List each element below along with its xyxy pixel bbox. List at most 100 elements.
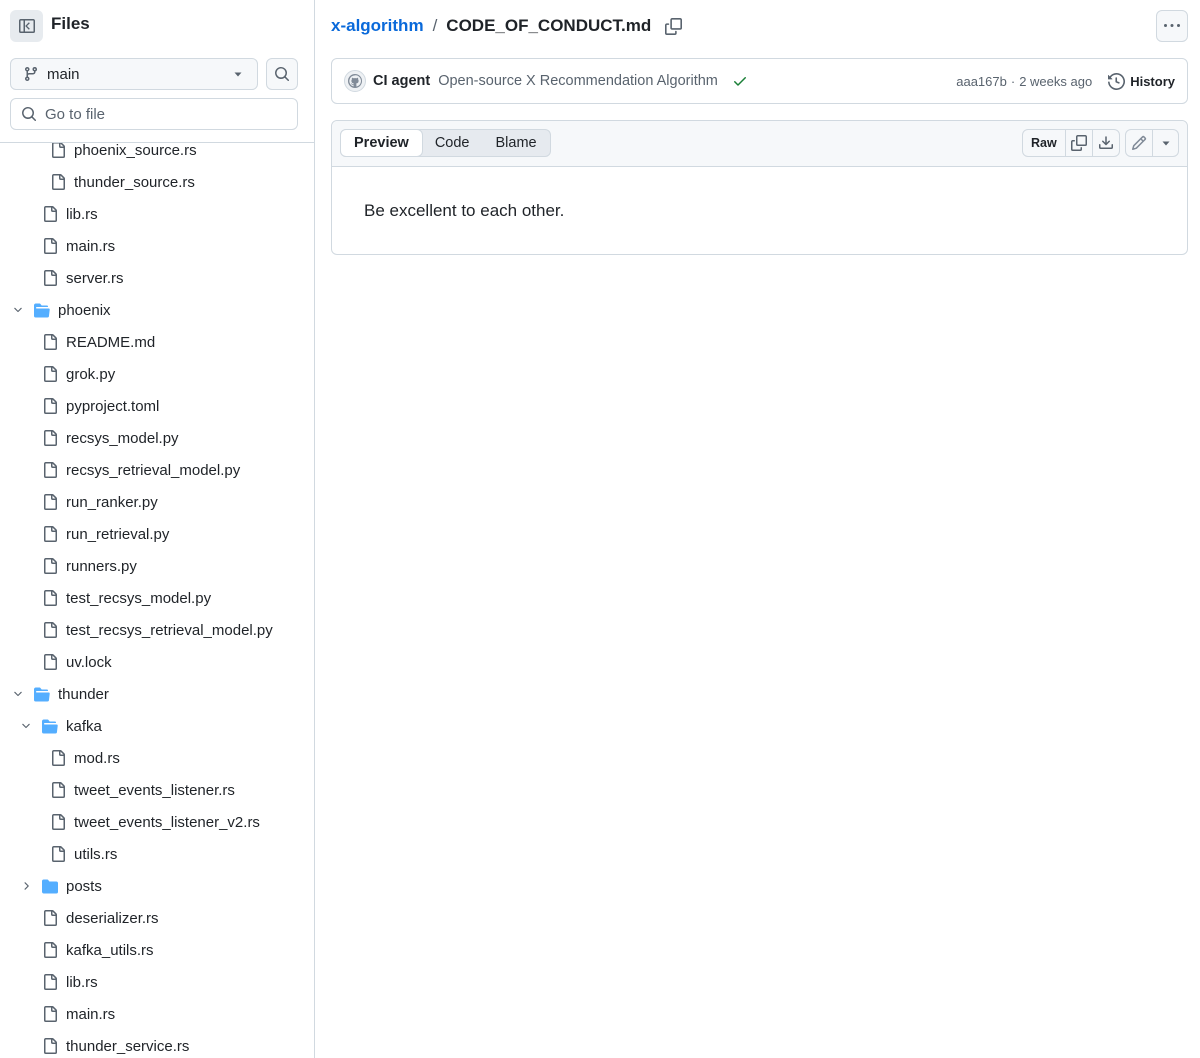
commit-message[interactable]: Open-source X Recommendation Algorithm <box>438 73 718 89</box>
history-icon <box>1108 72 1126 90</box>
file-icon <box>50 750 66 766</box>
tree-file[interactable]: recsys_retrieval_model.py <box>0 454 314 486</box>
sidebar-header: Files main <box>0 0 314 143</box>
tree-item-label: recsys_model.py <box>66 429 179 447</box>
tree-file[interactable]: test_recsys_model.py <box>0 582 314 614</box>
file-icon <box>50 782 66 798</box>
file-icon <box>42 654 58 670</box>
tree-file[interactable]: kafka_utils.rs <box>0 934 314 966</box>
tree-item-label: deserializer.rs <box>66 909 159 927</box>
tree-file[interactable]: grok.py <box>0 358 314 390</box>
tree-item-label: kafka_utils.rs <box>66 941 154 959</box>
tree-folder[interactable]: thunder <box>0 678 314 710</box>
latest-commit-bar: CI agent Open-source X Recommendation Al… <box>331 58 1188 104</box>
tree-file[interactable]: main.rs <box>0 230 314 262</box>
file-icon <box>50 142 66 158</box>
file-icon <box>42 1006 58 1022</box>
folder-open-icon <box>34 302 50 318</box>
tree-item-label: phoenix_source.rs <box>74 141 197 159</box>
file-icon <box>42 270 58 286</box>
file-icon <box>42 430 58 446</box>
raw-actions-group: Raw <box>1022 129 1120 157</box>
file-icon <box>42 974 58 990</box>
tree-file[interactable]: main.rs <box>0 998 314 1030</box>
folder-open-icon <box>42 718 58 734</box>
chevron-right-icon[interactable] <box>18 878 34 894</box>
copy-raw-button[interactable] <box>1064 130 1092 156</box>
copy-path-button[interactable] <box>663 16 683 36</box>
edit-options-button[interactable] <box>1152 130 1178 156</box>
tree-folder[interactable]: posts <box>0 870 314 902</box>
tree-item-label: test_recsys_retrieval_model.py <box>66 621 273 639</box>
tree-file[interactable]: lib.rs <box>0 966 314 998</box>
more-options-button[interactable] <box>1156 10 1188 42</box>
tree-item-label: main.rs <box>66 1005 116 1023</box>
markdown-paragraph: Be excellent to each other. <box>364 201 565 220</box>
file-tree: phoenix_source.rs thunder_source.rs lib.rs… <box>0 134 314 1058</box>
collapse-sidebar-button[interactable] <box>10 10 43 42</box>
download-raw-button[interactable] <box>1091 130 1119 156</box>
raw-button[interactable]: Raw <box>1023 130 1065 156</box>
file-icon <box>42 494 58 510</box>
tab-preview[interactable]: Preview <box>340 129 423 157</box>
chevron-down-icon[interactable] <box>18 718 34 734</box>
markdown-preview: Be excellent to each other. <box>332 167 1187 255</box>
tab-blame[interactable]: Blame <box>483 130 550 156</box>
go-to-file-field[interactable] <box>10 98 298 130</box>
chevron-down-icon[interactable] <box>10 302 26 318</box>
tree-file[interactable]: run_retrieval.py <box>0 518 314 550</box>
tree-file[interactable]: thunder_source.rs <box>0 166 314 198</box>
tree-item-label: thunder <box>58 685 109 703</box>
triangle-down-icon <box>1162 141 1169 146</box>
chevron-down-icon[interactable] <box>10 686 26 702</box>
tree-file[interactable]: mod.rs <box>0 742 314 774</box>
tree-file[interactable]: deserializer.rs <box>0 902 314 934</box>
tree-file[interactable]: run_ranker.py <box>0 486 314 518</box>
tree-file[interactable]: pyproject.toml <box>0 390 314 422</box>
view-mode-tabs: Preview Code Blame <box>340 129 551 157</box>
tree-file[interactable]: thunder_service.rs <box>0 1030 314 1058</box>
tree-file[interactable]: server.rs <box>0 262 314 294</box>
tree-file[interactable]: runners.py <box>0 550 314 582</box>
tree-file[interactable]: tweet_events_listener.rs <box>0 774 314 806</box>
search-files-button[interactable] <box>266 58 298 90</box>
tree-item-label: tweet_events_listener.rs <box>74 781 235 799</box>
branch-selector[interactable]: main <box>10 58 258 90</box>
edit-file-button[interactable] <box>1126 130 1152 156</box>
tab-code[interactable]: Code <box>422 130 483 156</box>
tree-item-label: thunder_source.rs <box>74 173 195 191</box>
check-status[interactable] <box>732 73 748 89</box>
tree-file[interactable]: test_recsys_retrieval_model.py <box>0 614 314 646</box>
tree-folder[interactable]: phoenix <box>0 294 314 326</box>
commit-sha-link[interactable]: aaa167b <box>956 74 1007 89</box>
tree-item-label: utils.rs <box>74 845 118 863</box>
file-toolbar: Preview Code Blame Raw <box>332 121 1187 167</box>
tree-folder[interactable]: kafka <box>0 710 314 742</box>
tree-file[interactable]: tweet_events_listener_v2.rs <box>0 806 314 838</box>
tree-file[interactable]: utils.rs <box>0 838 314 870</box>
history-label: History <box>1130 73 1175 89</box>
copy-icon <box>664 17 682 35</box>
folder-open-icon <box>34 686 50 702</box>
sidebar-collapse-icon <box>18 19 35 33</box>
tree-file[interactable]: README.md <box>0 326 314 358</box>
tree-file[interactable]: recsys_model.py <box>0 422 314 454</box>
tree-file[interactable]: lib.rs <box>0 198 314 230</box>
breadcrumb-repo-link[interactable]: x-algorithm <box>331 16 424 36</box>
tree-item-label: thunder_service.rs <box>66 1037 190 1055</box>
pencil-icon <box>1131 135 1147 151</box>
history-button[interactable]: History <box>1108 72 1175 90</box>
avatar[interactable] <box>344 70 366 92</box>
go-to-file-input[interactable] <box>45 105 285 123</box>
commit-author[interactable]: CI agent <box>373 73 430 89</box>
tree-file[interactable]: uv.lock <box>0 646 314 678</box>
